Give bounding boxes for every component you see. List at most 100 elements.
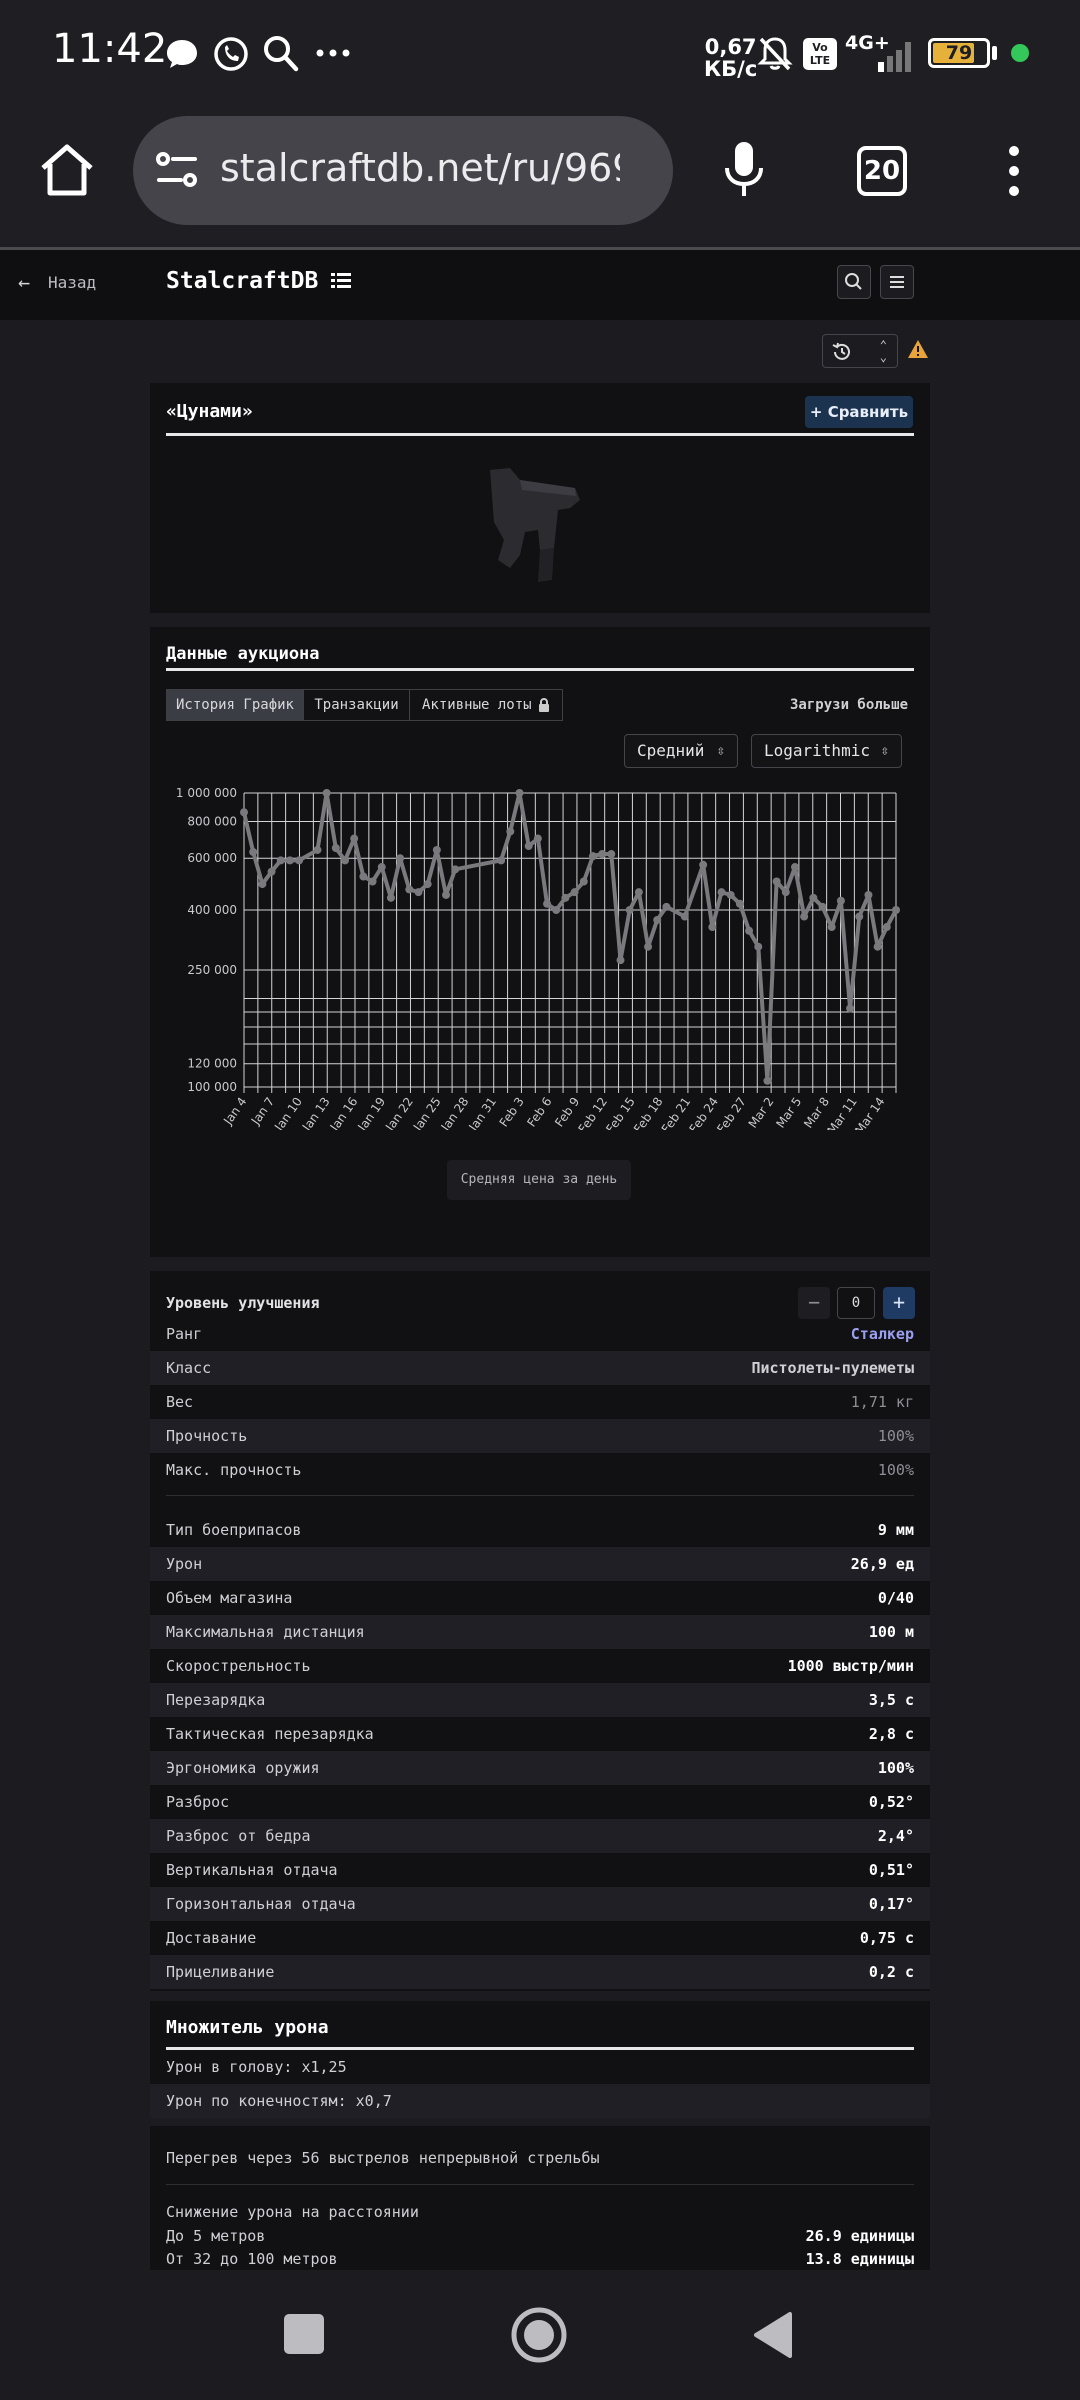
weapon-stat-row: Эргономика оружия 100% [150,1751,930,1785]
basic-stat-label: Вес [166,1393,194,1411]
price-point[interactable] [249,847,258,856]
price-point[interactable] [855,912,864,921]
price-point[interactable] [285,856,294,865]
price-point[interactable] [423,880,432,889]
price-point[interactable] [533,834,542,843]
price-point[interactable] [745,926,754,935]
falloff-value-1: 26.9 единицы [805,2227,914,2245]
version-history-select[interactable]: ⌃ ⌄ [822,334,898,368]
price-point[interactable] [781,888,790,897]
limb-damage-row: Урон по конечностям: x0,7 [150,2084,930,2118]
price-point[interactable] [818,902,827,911]
price-point[interactable] [341,856,350,865]
upgrade-increment-button[interactable]: + [883,1287,915,1319]
microphone-icon[interactable] [722,140,766,202]
warning-icon[interactable] [906,338,930,360]
tab-history-chart[interactable]: История График [166,689,304,721]
price-point[interactable] [240,808,248,817]
price-point[interactable] [322,789,331,797]
price-point[interactable] [506,827,515,836]
back-nav-button[interactable] [752,2310,792,2360]
tab-active-lots[interactable]: Активные лоты [409,689,563,721]
price-point[interactable] [634,888,643,897]
price-point[interactable] [892,905,900,914]
price-point[interactable] [561,893,570,902]
price-point[interactable] [368,877,377,886]
average-mode-select[interactable]: Средний ⇳ [624,734,738,768]
price-point[interactable] [432,845,441,854]
price-point[interactable] [267,867,276,876]
price-point[interactable] [607,850,616,859]
recent-apps-button[interactable] [284,2314,324,2354]
price-point[interactable] [763,1076,772,1085]
url-text[interactable]: stalcraftdb.net/ru/969r0 [220,146,620,190]
price-point[interactable] [552,905,561,914]
price-point[interactable] [451,865,460,874]
price-point[interactable] [405,885,414,894]
price-line [242,791,898,1083]
site-settings-icon[interactable] [155,150,199,190]
load-more-link[interactable]: Загрузи больше [790,697,908,713]
price-point[interactable] [442,890,451,899]
price-point[interactable] [644,942,653,951]
tab-transactions[interactable]: Транзакции [303,689,410,721]
price-point[interactable] [772,877,781,886]
price-point[interactable] [386,893,395,902]
price-point[interactable] [836,896,845,905]
price-point[interactable] [414,888,423,897]
upgrade-level-input[interactable]: 0 [837,1287,875,1319]
more-notifications-icon [316,49,350,57]
falloff-label-2: От 32 до 100 метров [166,2250,338,2268]
upgrade-decrement-button[interactable]: − [798,1287,830,1319]
price-point[interactable] [726,890,735,899]
price-point[interactable] [790,863,799,872]
price-point[interactable] [396,854,405,863]
price-point[interactable] [864,890,873,899]
price-point[interactable] [515,789,524,797]
home-icon[interactable] [38,142,96,198]
price-point[interactable] [331,844,340,853]
price-point[interactable] [359,872,368,881]
price-point[interactable] [735,899,744,908]
tab-switcher-button[interactable]: 20 [857,146,907,196]
price-point[interactable] [754,942,763,951]
scale-select[interactable]: Logarithmic ⇳ [751,734,902,768]
price-point[interactable] [295,856,304,865]
price-point[interactable] [800,912,809,921]
price-point[interactable] [258,880,267,889]
price-point[interactable] [570,888,579,897]
back-link[interactable]: Назад [48,273,96,292]
price-point[interactable] [846,1004,855,1013]
price-point[interactable] [680,912,689,921]
price-point[interactable] [662,902,671,911]
site-title[interactable]: StalcraftDB [166,268,318,294]
compare-button[interactable]: + Сравнить [805,396,913,428]
back-arrow-icon[interactable]: ← [18,270,30,294]
price-point[interactable] [827,923,836,932]
price-point[interactable] [350,834,359,843]
price-point[interactable] [873,942,882,951]
price-point[interactable] [276,856,285,865]
price-point[interactable] [313,845,322,854]
menu-button[interactable] [880,265,914,299]
price-point[interactable] [524,842,533,851]
price-point[interactable] [653,915,662,924]
price-point[interactable] [616,956,625,965]
search-button[interactable] [837,265,871,299]
price-point[interactable] [882,923,891,932]
price-point[interactable] [598,850,607,859]
weapon-stat-value: 2,4° [877,1827,914,1845]
site-header [0,250,1080,320]
price-point[interactable] [579,877,588,886]
price-point[interactable] [543,899,552,908]
price-point[interactable] [588,852,597,861]
browser-menu-icon[interactable] [1004,145,1024,197]
price-point[interactable] [708,923,717,932]
price-point[interactable] [625,905,634,914]
price-point[interactable] [497,856,506,865]
home-nav-button[interactable] [510,2306,568,2364]
price-point[interactable] [717,888,726,897]
price-point[interactable] [377,863,386,872]
price-point[interactable] [699,860,708,869]
price-point[interactable] [809,893,818,902]
